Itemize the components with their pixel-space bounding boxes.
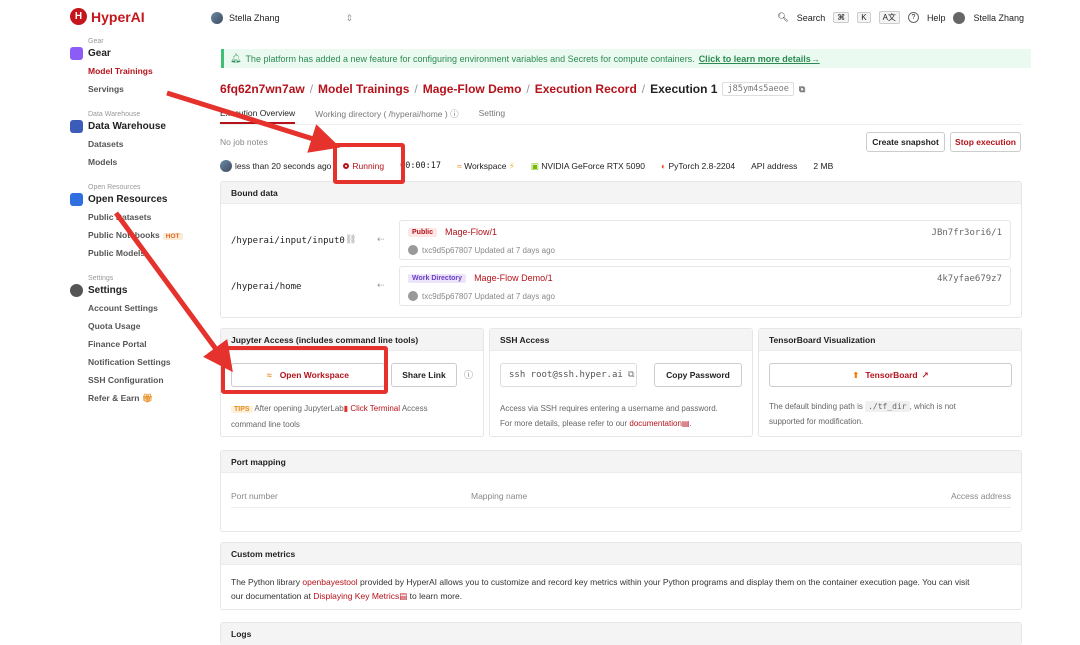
arrow-to-running [166,90,341,153]
annotation-arrows [113,90,341,373]
arrow-to-open-workspace [113,211,233,373]
